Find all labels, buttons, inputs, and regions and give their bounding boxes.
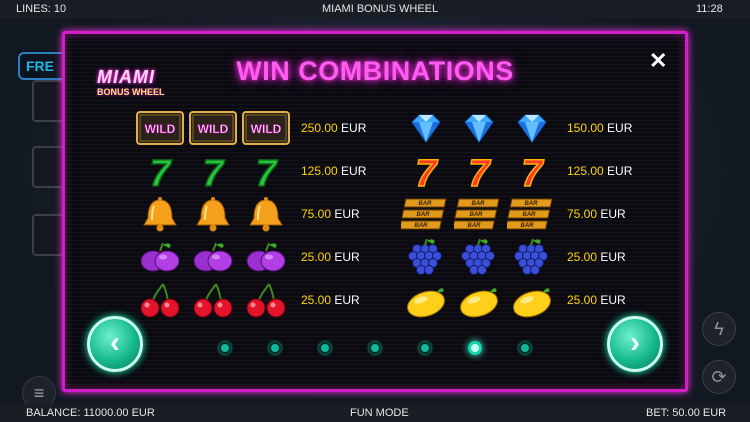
paytable-row-diamond: 150.00 EUR xyxy=(65,108,685,148)
svg-text:BAR: BAR xyxy=(468,223,482,229)
svg-text:BAR: BAR xyxy=(419,201,433,207)
red-seven-symbol-icon: 7 xyxy=(401,151,451,196)
svg-text:BAR: BAR xyxy=(417,212,431,218)
autoplay-icon[interactable]: ⟳ xyxy=(702,360,736,394)
svg-text:BAR: BAR xyxy=(415,223,429,229)
svg-text:BAR: BAR xyxy=(470,212,484,218)
payout-currency: EUR xyxy=(603,121,633,135)
chevron-right-icon: › xyxy=(630,326,640,359)
page-dot-7[interactable] xyxy=(519,342,531,354)
bar-symbol-icon: BAR BAR BAR xyxy=(398,194,451,234)
payout-amount: 25.00 EUR xyxy=(567,293,626,307)
svg-text:7: 7 xyxy=(468,153,491,191)
payout-amount: 25.00 EUR xyxy=(567,250,626,264)
page-dot-6[interactable] xyxy=(468,341,482,355)
payout-value: 25.00 xyxy=(567,250,598,264)
game-title: MIAMI BONUS WHEEL xyxy=(322,3,439,15)
lines-label: LINES: 10 xyxy=(16,3,67,15)
mode-label: FUN MODE xyxy=(350,407,409,419)
page-title: WIN COMBINATIONS xyxy=(236,56,514,86)
close-icon[interactable]: ✕ xyxy=(649,48,667,74)
red-seven-symbol-icon: 7 xyxy=(507,151,557,196)
page-dot-4[interactable] xyxy=(369,342,381,354)
balance-label: BALANCE: 11000.00 EUR xyxy=(26,407,155,419)
svg-text:BAR: BAR xyxy=(521,223,535,229)
page-dot-2[interactable] xyxy=(269,342,281,354)
previous-page-button[interactable]: ‹ xyxy=(87,316,143,372)
paytable-row-grapes: 25.00 EUR xyxy=(65,237,685,277)
lemon-symbol-icon xyxy=(401,280,451,320)
grapes-symbol-icon xyxy=(454,237,504,277)
payout-amount: 75.00 EUR xyxy=(567,207,626,221)
top-status-bar: LINES: 10 MIAMI BONUS WHEEL 11:28 xyxy=(0,0,750,18)
paytable-row-lemon: 25.00 EUR xyxy=(65,280,685,320)
payout-value: 25.00 xyxy=(567,293,598,307)
payout-value: 75.00 xyxy=(567,207,598,221)
turbo-icon[interactable]: ϟ xyxy=(702,312,736,346)
payout-amount: 125.00 EUR xyxy=(567,164,632,178)
payout-amount: 150.00 EUR xyxy=(567,121,632,135)
grapes-symbol-icon xyxy=(401,237,451,277)
diamond-symbol-icon xyxy=(507,108,557,148)
payout-value: 150.00 xyxy=(567,121,604,135)
payout-currency: EUR xyxy=(597,207,626,221)
bar-symbol-icon: BAR BAR BAR xyxy=(451,194,504,234)
clock: 11:28 xyxy=(696,3,723,15)
paytable-row-red-seven: 7 7 7 125.00 EUR xyxy=(65,151,685,196)
svg-text:BAR: BAR xyxy=(525,201,539,207)
svg-text:BAR: BAR xyxy=(472,201,486,207)
lemon-symbol-icon xyxy=(507,280,557,320)
diamond-symbol-icon xyxy=(454,108,504,148)
page-dot-3[interactable] xyxy=(319,342,331,354)
paytable-panel: MIAMI BONUS WHEEL WIN COMBINATIONS ✕ WIL… xyxy=(62,31,688,392)
diamond-symbol-icon xyxy=(401,108,451,148)
svg-text:7: 7 xyxy=(415,153,438,191)
bet-label: BET: 50.00 EUR xyxy=(646,407,727,419)
bottom-status-bar: BALANCE: 11000.00 EUR FUN MODE BET: 50.0… xyxy=(0,404,750,422)
chevron-left-icon: ‹ xyxy=(110,326,120,359)
payout-currency: EUR xyxy=(597,250,626,264)
bar-symbol-icon: BAR BAR BAR xyxy=(504,194,557,234)
payout-currency: EUR xyxy=(597,293,626,307)
red-seven-symbol-icon: 7 xyxy=(454,151,504,196)
payout-currency: EUR xyxy=(603,164,633,178)
svg-text:BAR: BAR xyxy=(523,212,537,218)
grapes-symbol-icon xyxy=(507,237,557,277)
page-dot-1[interactable] xyxy=(219,342,231,354)
paytable-row-bar: BAR BAR BAR BAR BAR BAR BAR BAR BAR 75.00 EUR xyxy=(65,194,685,234)
svg-text:7: 7 xyxy=(521,153,544,191)
payout-value: 125.00 xyxy=(567,164,604,178)
page-dot-5[interactable] xyxy=(419,342,431,354)
next-page-button[interactable]: › xyxy=(607,316,663,372)
lemon-symbol-icon xyxy=(454,280,504,320)
